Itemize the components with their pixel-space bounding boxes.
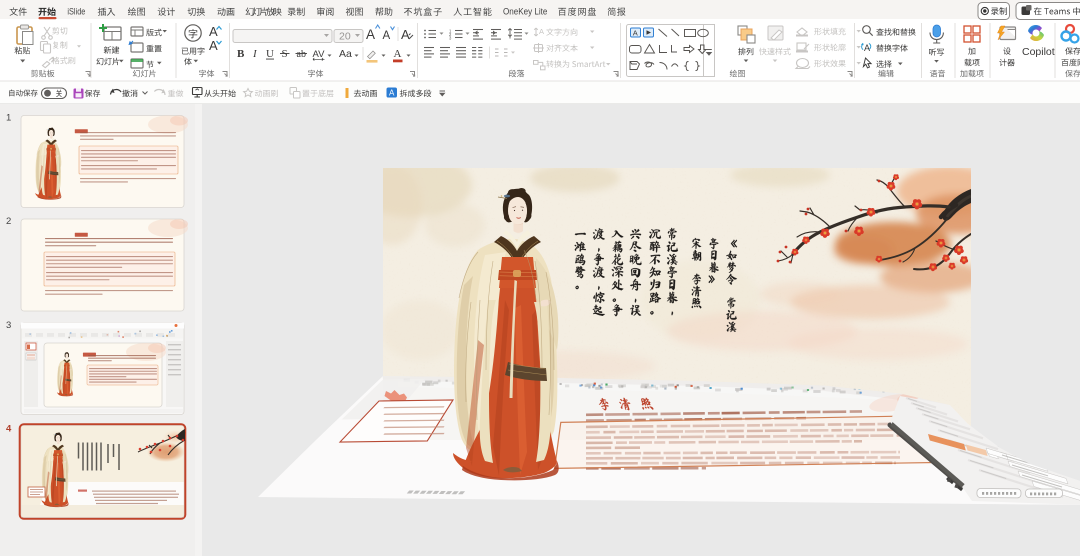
svg-text:20: 20: [339, 31, 351, 43]
svg-text:A: A: [389, 89, 395, 98]
svg-text:A: A: [209, 38, 218, 53]
svg-text:A: A: [864, 43, 870, 53]
svg-text:2: 2: [6, 216, 11, 227]
svg-text:3: 3: [6, 320, 11, 331]
svg-text:4: 4: [6, 424, 12, 435]
svg-text:ab: ab: [297, 49, 306, 60]
svg-text:A: A: [394, 48, 402, 60]
svg-text:OneKey Lite: OneKey Lite: [503, 7, 548, 18]
svg-text:S: S: [282, 48, 288, 60]
svg-text:B: B: [237, 48, 245, 60]
svg-text:A: A: [383, 30, 391, 42]
svg-text:Aa: Aa: [339, 48, 352, 60]
svg-text:1: 1: [6, 113, 11, 124]
svg-text:A: A: [633, 29, 638, 38]
svg-text:A: A: [401, 27, 410, 42]
svg-text:U: U: [266, 48, 274, 60]
svg-text:Copilot: Copilot: [1022, 46, 1055, 58]
svg-text:iSlide: iSlide: [67, 7, 85, 18]
svg-text:A: A: [366, 27, 375, 42]
svg-text:A: A: [539, 27, 544, 36]
svg-text:A: A: [209, 24, 218, 39]
